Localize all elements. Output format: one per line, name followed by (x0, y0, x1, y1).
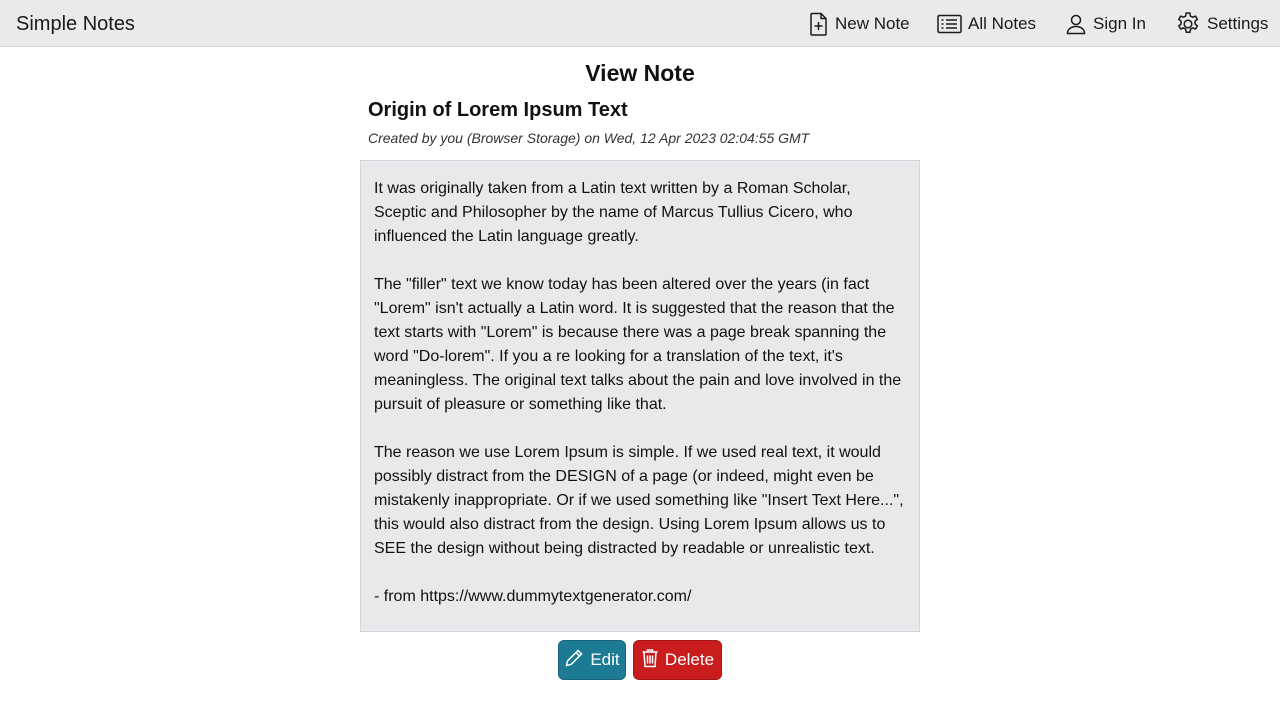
edit-button-label: Edit (590, 650, 620, 669)
note-paragraph: - from https://www.dummytextgenerator.co… (374, 588, 692, 605)
nav-new-note[interactable]: New Note (809, 11, 910, 37)
file-plus-icon (809, 12, 829, 36)
note-body: It was originally taken from a Latin tex… (360, 160, 920, 632)
note-meta: Created by you (Browser Storage) on Wed,… (368, 130, 810, 146)
trash-icon (641, 648, 659, 673)
nav-new-note-label: New Note (835, 14, 910, 33)
edit-button[interactable]: Edit (558, 640, 626, 680)
nav-sign-in-label: Sign In (1093, 14, 1146, 33)
gear-icon (1175, 11, 1201, 37)
note-paragraph: The reason we use Lorem Ipsum is simple.… (374, 444, 904, 557)
nav-all-notes[interactable]: All Notes (937, 11, 1036, 37)
nav-settings-label: Settings (1207, 14, 1269, 33)
delete-button-label: Delete (664, 650, 715, 669)
top-navbar: Simple Notes New Note All Notes Sign In … (0, 0, 1280, 47)
nav-all-notes-label: All Notes (968, 14, 1037, 33)
user-icon (1065, 13, 1087, 35)
pencil-icon (564, 648, 584, 673)
note-paragraph: It was originally taken from a Latin tex… (374, 180, 853, 245)
nav-sign-in[interactable]: Sign In (1065, 11, 1146, 37)
list-icon (937, 14, 962, 34)
nav-settings[interactable]: Settings (1175, 11, 1268, 37)
note-paragraph: The "filler" text we know today has been… (374, 276, 902, 413)
delete-button[interactable]: Delete (633, 640, 722, 680)
note-title: Origin of Lorem Ipsum Text (368, 99, 628, 121)
app-brand[interactable]: Simple Notes (16, 12, 135, 36)
page-title: View Note (585, 60, 695, 86)
